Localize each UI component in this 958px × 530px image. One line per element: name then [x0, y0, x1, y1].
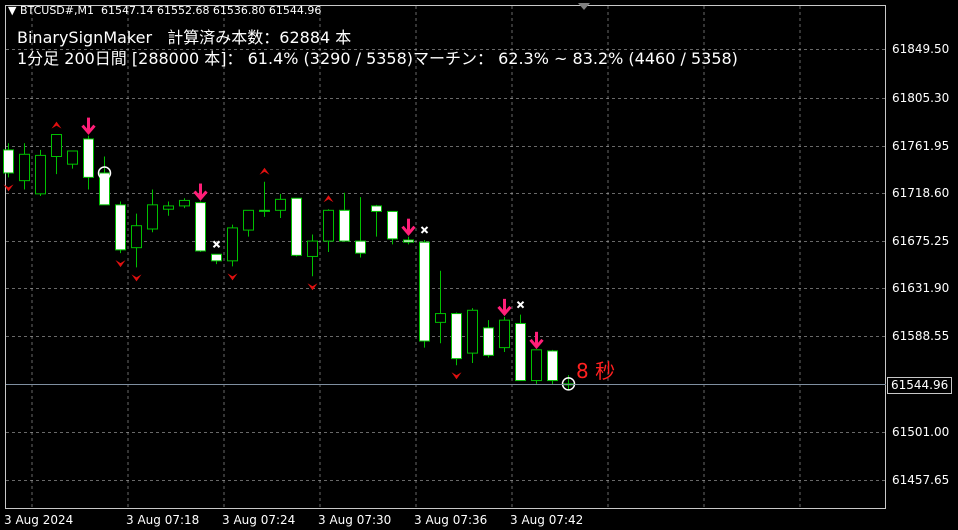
candle-body	[531, 349, 542, 382]
time-tick-label: 3 Aug 2024	[4, 513, 74, 527]
candle-body	[515, 322, 526, 382]
price-tick-label: 61631.90	[892, 281, 950, 296]
candle-body	[3, 149, 14, 174]
candle-body	[147, 204, 158, 230]
candle-body	[275, 198, 286, 211]
candle-body	[115, 204, 126, 251]
dropdown-triangle-icon[interactable]: ▼	[8, 4, 16, 17]
price-tick-label: 61805.30	[892, 90, 950, 105]
candle-body	[51, 134, 62, 157]
down-mark-icon	[115, 260, 126, 268]
candle-body	[435, 313, 446, 323]
time-tick-label: 3 Aug 07:42	[510, 513, 584, 527]
current-price-label: 61544.96	[887, 376, 952, 394]
candle-body	[83, 138, 94, 178]
candle-body	[227, 227, 238, 262]
price-tick-label: 61457.65	[892, 472, 950, 487]
candle-body	[451, 313, 462, 360]
grid-lines	[6, 6, 886, 508]
candle-body	[291, 197, 302, 256]
candle-body	[195, 202, 206, 252]
candle-body	[19, 153, 30, 182]
down-mark-icon	[307, 283, 318, 291]
chart-shift-marker[interactable]	[578, 3, 590, 10]
up-mark-icon	[259, 167, 270, 175]
price-tick-label: 61675.25	[892, 233, 950, 248]
candle-body	[131, 225, 142, 249]
candle-body	[163, 205, 174, 210]
time-tick-label: 3 Aug 07:36	[414, 513, 488, 527]
candle-body	[419, 241, 430, 342]
candle-body	[483, 327, 494, 356]
candle-body	[35, 154, 46, 195]
candle-body	[547, 350, 558, 382]
chart-canvas[interactable]	[0, 0, 958, 530]
candle-body	[323, 209, 334, 242]
candle-body	[339, 209, 350, 242]
chart-frame	[5, 5, 886, 509]
candle-body	[387, 210, 398, 240]
price-tick-label: 61849.50	[892, 42, 950, 57]
candle-body	[179, 199, 190, 207]
symbol-ohlc-text: BTCUSD#,M1 61547.14 61552.68 61536.80 61…	[19, 4, 322, 17]
candle-body	[355, 240, 366, 254]
candle-body	[211, 253, 222, 262]
candle-body	[307, 240, 318, 257]
candle-body	[499, 319, 510, 349]
down-mark-icon	[451, 372, 462, 380]
up-mark-icon	[323, 195, 334, 203]
candle-body	[243, 209, 254, 231]
candle-body	[371, 205, 382, 212]
candle-body	[403, 239, 414, 243]
down-mark-icon	[227, 273, 238, 281]
time-tick-label: 3 Aug 07:30	[318, 513, 392, 527]
candle-body	[67, 150, 78, 165]
up-mark-icon	[51, 121, 62, 129]
down-mark-icon	[131, 274, 142, 282]
time-tick-label: 3 Aug 07:24	[222, 513, 296, 527]
candles-group	[3, 134, 574, 391]
indicator-stats: 1分足 200日間 [288000 本]： 61.4% (3290 / 5358…	[17, 49, 738, 68]
price-tick-label: 61501.00	[892, 425, 950, 440]
price-tick-label: 61761.95	[892, 138, 950, 153]
candle-body	[259, 209, 270, 212]
symbol-header: ▼ BTCUSD#,M1 61547.14 61552.68 61536.80 …	[8, 4, 321, 17]
candle-body	[467, 309, 478, 354]
time-tick-label: 3 Aug 07:18	[126, 513, 200, 527]
price-tick-label: 61718.60	[892, 186, 950, 201]
price-tick-label: 61588.55	[892, 329, 950, 344]
countdown-timer: 8 秒	[576, 359, 616, 383]
